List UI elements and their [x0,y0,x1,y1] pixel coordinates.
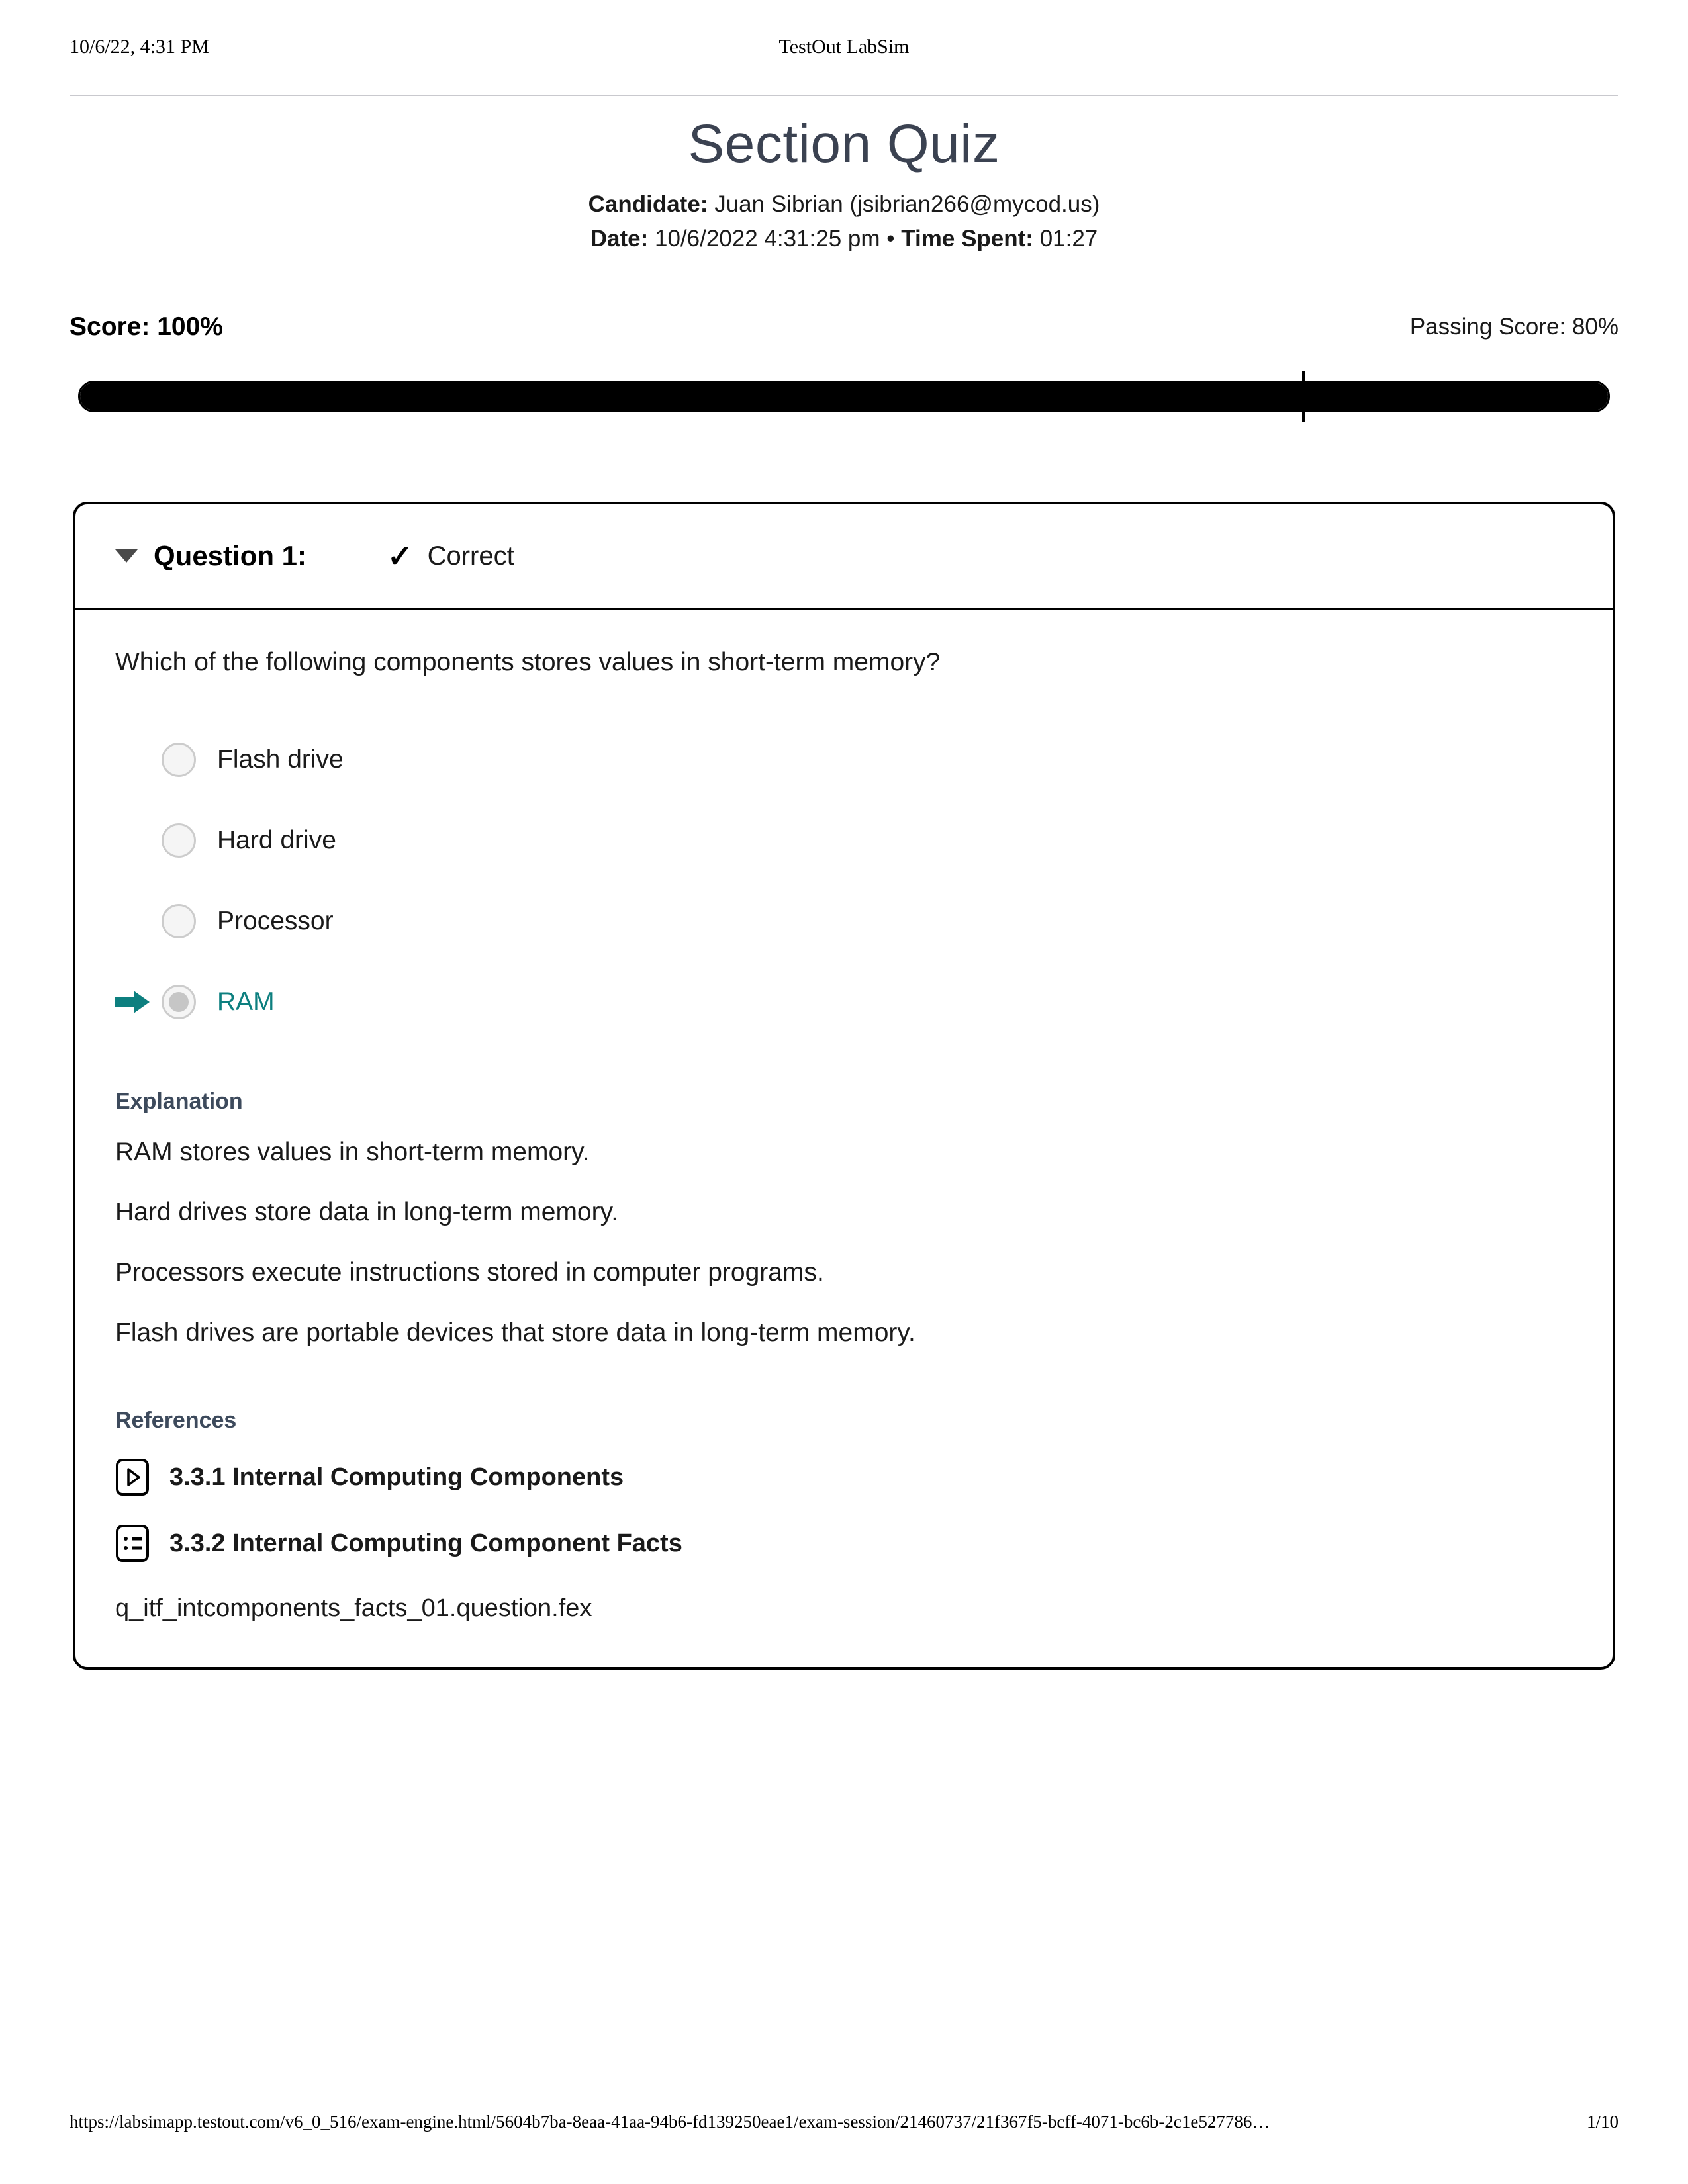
time-spent-label: Time Spent: [901,225,1033,251]
selected-answer-arrow-icon [115,990,150,1013]
explanation-line: Processors execute instructions stored i… [115,1257,824,1287]
answer-option-label: Processor [217,907,334,936]
explanation-line: Flash drives are portable devices that s… [115,1318,915,1347]
explanation-section: Explanation RAM stores values in short-t… [115,1090,1573,1345]
radio-button-selected[interactable] [162,984,196,1019]
question-header[interactable]: Question 1: ✓ Correct [75,504,1613,610]
score-value: Score: 100% [70,312,223,341]
reference-item[interactable]: 3.3.2 Internal Computing Component Facts [115,1524,1573,1563]
answer-option[interactable]: Hard drive [115,800,1573,881]
print-header: 10/6/22, 4:31 PM TestOut LabSim [70,36,1618,75]
check-icon: ✓ [387,539,413,573]
explanation-line: Hard drives store data in long-term memo… [115,1197,619,1226]
footer-page-number: 1/10 [1586,2112,1618,2132]
reference-label: 3.3.2 Internal Computing Component Facts [169,1529,682,1557]
explanation-lines: RAM stores values in short-term memory. H… [115,1139,1573,1345]
title-block: Section Quiz Candidate: Juan Sibrian (js… [70,114,1618,256]
references-list: 3.3.1 Internal Computing Components 3.3.2… [115,1458,1573,1563]
reference-label: 3.3.1 Internal Computing Components [169,1463,624,1491]
references-heading: References [115,1407,237,1433]
explanation-line: RAM stores values in short-term memory. [115,1137,590,1166]
score-bar-track [78,381,1610,412]
list-facts-icon [116,1524,149,1562]
status-text: Correct [427,541,514,570]
question-label: Question 1: [154,540,307,571]
caret-down-icon[interactable] [115,549,138,563]
radio-button[interactable] [162,903,196,938]
answer-option-label: Hard drive [217,826,336,855]
score-row: Score: 100% Passing Score: 80% [70,312,1618,345]
answer-option[interactable]: Flash drive [115,719,1573,800]
answer-option-label: RAM [217,987,275,1017]
candidate-value: Juan Sibrian (jsibrian266@mycod.us) [714,191,1100,218]
answer-options: Flash drive Hard drive Processor RAM [115,719,1573,1042]
header-divider [70,95,1618,96]
answer-option[interactable]: RAM [115,962,1573,1042]
candidate-label: Candidate: [588,191,708,218]
answer-option-label: Flash drive [217,745,344,774]
print-footer: https://labsimapp.testout.com/v6_0_516/e… [70,2106,1618,2132]
radio-button[interactable] [162,742,196,777]
status-badge: ✓ Correct [387,541,514,571]
date-value: 10/6/2022 4:31:25 pm [654,225,880,251]
question-body: Which of the following components stores… [75,610,1613,1667]
explanation-heading: Explanation [115,1088,243,1114]
date-label: Date: [590,225,649,251]
question-prompt: Which of the following components stores… [115,648,941,676]
score-progress-bar [78,371,1610,422]
print-header-title: TestOut LabSim [778,36,910,58]
footer-url: https://labsimapp.testout.com/v6_0_516/e… [70,2112,1270,2132]
page-title: Section Quiz [688,114,1000,174]
candidate-line: Candidate: Juan Sibrian (jsibrian266@myc… [70,187,1618,222]
passing-score-value: Passing Score: 80% [1409,314,1618,340]
meta-separator: • [886,225,895,251]
score-bar-fill [80,383,1608,410]
date-time-line: Date: 10/6/2022 4:31:25 pm • Time Spent:… [70,222,1618,256]
references-section: References 3.3.1 Internal Computing Comp… [115,1409,1573,1621]
time-spent-value: 01:27 [1039,225,1098,251]
radio-button[interactable] [162,823,196,858]
video-play-icon [116,1458,149,1496]
passing-score-marker [1302,371,1305,422]
question-file-name: q_itf_intcomponents_facts_01.question.fe… [115,1594,592,1622]
answer-option[interactable]: Processor [115,881,1573,962]
question-card: Question 1: ✓ Correct Which of the follo… [73,502,1615,1670]
reference-item[interactable]: 3.3.1 Internal Computing Components [115,1458,1573,1496]
